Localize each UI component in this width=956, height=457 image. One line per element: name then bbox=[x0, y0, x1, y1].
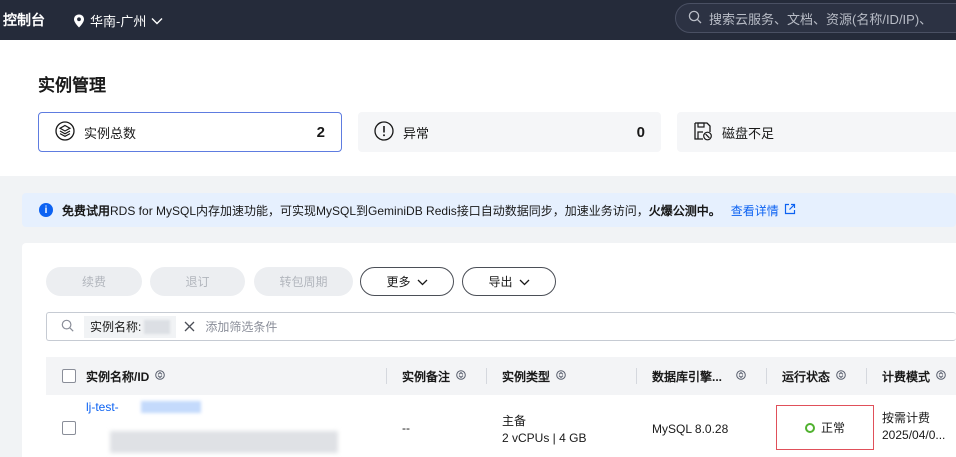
location-pin-icon bbox=[73, 14, 85, 28]
redacted-value bbox=[144, 319, 171, 334]
column-header-label: 数据库引擎... bbox=[652, 369, 723, 384]
top-nav-bar: 控制台 华南-广州 搜索云服务、文档、资源(名称/ID/IP)、 bbox=[0, 0, 956, 40]
column-divider bbox=[866, 368, 867, 384]
filter-search-bar[interactable]: 实例名称: 添加筛选条件 bbox=[46, 312, 956, 341]
sort-icon[interactable] bbox=[736, 369, 746, 383]
column-header-status[interactable]: 运行状态 bbox=[782, 357, 846, 395]
column-divider bbox=[486, 368, 487, 384]
region-selector[interactable]: 华南-广州 bbox=[73, 11, 163, 30]
chevron-down-icon bbox=[519, 275, 530, 289]
redacted-instance-id bbox=[110, 431, 338, 453]
column-header-label: 实例类型 bbox=[502, 369, 551, 384]
filter-placeholder: 添加筛选条件 bbox=[205, 320, 278, 334]
unsubscribe-button[interactable]: 退订 bbox=[150, 267, 245, 296]
to-monthly-button[interactable]: 转包周期 bbox=[254, 267, 353, 296]
header-select-all[interactable] bbox=[62, 357, 76, 395]
billing-mode: 按需计费 bbox=[882, 411, 931, 425]
instance-name-link[interactable]: lj-test- bbox=[86, 400, 119, 414]
stat-card-total[interactable]: 实例总数 2 bbox=[38, 112, 342, 152]
chevron-down-icon bbox=[417, 275, 428, 289]
stat-card-abnormal[interactable]: 异常 0 bbox=[358, 112, 661, 152]
notice-lead: 免费试用 bbox=[62, 203, 111, 218]
info-icon: i bbox=[39, 203, 53, 217]
stat-count: 0 bbox=[636, 123, 645, 141]
row-select-checkbox[interactable] bbox=[62, 421, 76, 435]
sort-icon[interactable] bbox=[155, 369, 166, 383]
stat-card-disk-full[interactable]: 磁盘不足 bbox=[677, 112, 956, 152]
instance-list-card: 续费 退订 转包周期 更多 导出 实例名称: 添加筛选条件 实例名称/ID 实例… bbox=[22, 243, 956, 457]
stat-label: 实例总数 bbox=[84, 125, 137, 141]
view-details-label: 查看详情 bbox=[730, 203, 779, 218]
search-icon bbox=[688, 10, 702, 27]
notice-text: RDS for MySQL内存加速功能，可实现MySQL到GeminiDB Re… bbox=[110, 203, 649, 218]
status-cell: 正常 bbox=[776, 405, 874, 450]
instance-remark: -- bbox=[402, 421, 410, 435]
alert-circle-icon bbox=[374, 120, 394, 144]
region-label: 华南-广州 bbox=[90, 14, 147, 29]
table-header: 实例名称/ID 实例备注 实例类型 数据库引擎... 运行状态 计费模式 bbox=[46, 357, 956, 395]
column-header-type[interactable]: 实例类型 bbox=[502, 357, 566, 395]
redacted-name bbox=[141, 401, 201, 413]
disk-warning-icon bbox=[693, 121, 713, 144]
console-title[interactable]: 控制台 bbox=[3, 10, 45, 30]
column-divider bbox=[636, 368, 637, 384]
stat-count: 2 bbox=[316, 123, 325, 141]
status-ok-icon bbox=[804, 422, 815, 433]
instance-spec: 2 vCPUs | 4 GB bbox=[502, 431, 587, 445]
page-title: 实例管理 bbox=[38, 76, 106, 95]
column-header-label: 运行状态 bbox=[782, 369, 831, 384]
db-engine-version: MySQL 8.0.28 bbox=[652, 422, 729, 436]
header-panel: 实例管理 实例总数 2 异常 0 磁盘不足 bbox=[0, 40, 956, 176]
search-icon bbox=[61, 319, 74, 335]
column-divider bbox=[766, 368, 767, 384]
export-label: 导出 bbox=[488, 275, 513, 289]
billing-date: 2025/04/0... bbox=[882, 428, 946, 442]
notice-hot: 火爆公测中。 bbox=[648, 203, 721, 218]
external-link-icon bbox=[784, 203, 796, 218]
close-icon[interactable] bbox=[184, 321, 195, 332]
sort-icon[interactable] bbox=[836, 369, 846, 383]
stat-label: 异常 bbox=[403, 125, 430, 141]
column-header-name[interactable]: 实例名称/ID bbox=[86, 357, 166, 395]
column-header-remark[interactable]: 实例备注 bbox=[402, 357, 466, 395]
sort-icon[interactable] bbox=[556, 369, 566, 383]
select-all-checkbox[interactable] bbox=[62, 369, 76, 383]
export-dropdown-button[interactable]: 导出 bbox=[462, 267, 556, 296]
stat-label: 磁盘不足 bbox=[722, 125, 775, 141]
instance-role: 主备 bbox=[502, 414, 527, 428]
renew-button[interactable]: 续费 bbox=[46, 267, 142, 296]
sort-icon[interactable] bbox=[936, 369, 946, 383]
table-row: lj-test- -- 主备 2 vCPUs | 4 GB MySQL 8.0.… bbox=[46, 395, 956, 457]
filter-chip-label: 实例名称: bbox=[90, 320, 142, 334]
column-header-label: 实例备注 bbox=[402, 369, 451, 384]
filter-chip-instance-name[interactable]: 实例名称: bbox=[84, 315, 177, 338]
column-header-billing[interactable]: 计费模式 bbox=[882, 357, 946, 395]
status-text: 正常 bbox=[820, 421, 845, 435]
column-header-label: 计费模式 bbox=[882, 369, 931, 384]
column-header-engine[interactable]: 数据库引擎... bbox=[652, 357, 746, 395]
chevron-down-icon bbox=[151, 17, 163, 25]
layers-icon bbox=[55, 120, 75, 144]
view-details-link[interactable]: 查看详情 bbox=[731, 202, 796, 219]
global-search-input[interactable]: 搜索云服务、文档、资源(名称/ID/IP)、 bbox=[675, 3, 956, 33]
sort-icon[interactable] bbox=[456, 369, 466, 383]
search-placeholder: 搜索云服务、文档、资源(名称/ID/IP)、 bbox=[709, 11, 933, 27]
promo-notice: i 免费试用 RDS for MySQL内存加速功能，可实现MySQL到Gemi… bbox=[22, 193, 956, 227]
more-dropdown-button[interactable]: 更多 bbox=[360, 267, 454, 296]
column-divider bbox=[386, 368, 387, 384]
more-label: 更多 bbox=[386, 275, 411, 289]
column-header-label: 实例名称/ID bbox=[86, 369, 150, 384]
